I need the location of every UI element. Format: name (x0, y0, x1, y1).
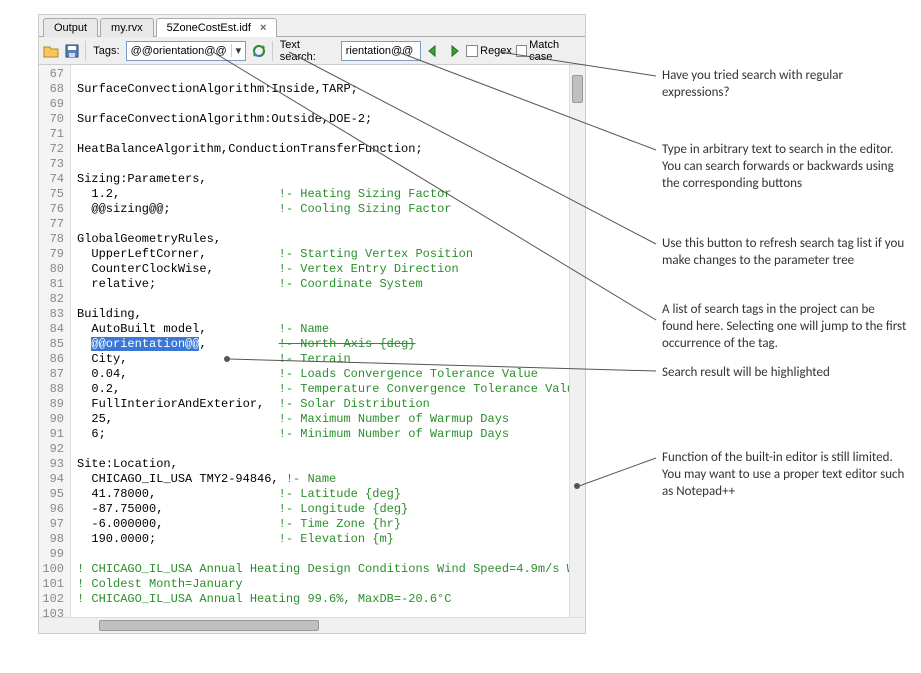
code-editor[interactable]: 6768697071727374757677787980818283848586… (39, 65, 585, 617)
chevron-down-icon: ▾ (231, 44, 242, 57)
scroll-thumb[interactable] (99, 620, 319, 631)
tab-idf[interactable]: 5ZoneCostEst.idf × (156, 18, 278, 37)
editor-panel: Output my.rvx 5ZoneCostEst.idf × Tags: @… (38, 14, 586, 634)
search-next-icon[interactable] (445, 42, 462, 60)
tags-dropdown[interactable]: @@orientation@@ ▾ (126, 41, 247, 61)
tab-bar: Output my.rvx 5ZoneCostEst.idf × (39, 15, 585, 37)
code-content[interactable]: SurfaceConvectionAlgorithm:Inside,TARP;S… (71, 65, 585, 617)
annot-dot (224, 356, 230, 362)
regex-checkbox[interactable]: Regex (466, 45, 512, 57)
text-search-input[interactable] (341, 41, 421, 61)
match-case-label: Match case (529, 39, 581, 63)
regex-label: Regex (480, 45, 512, 57)
annot-dot (574, 483, 580, 489)
tab-label: Output (54, 22, 87, 34)
vertical-scrollbar[interactable] (569, 65, 585, 617)
save-icon[interactable] (64, 42, 81, 60)
tab-label: 5ZoneCostEst.idf (167, 22, 251, 34)
horizontal-scrollbar[interactable] (39, 617, 585, 633)
annot-refresh: Use this button to refresh search tag li… (662, 236, 907, 270)
tags-value: @@orientation@@ (131, 45, 227, 57)
refresh-icon[interactable] (250, 42, 267, 60)
checkbox-icon (466, 45, 478, 57)
annot-typein: Type in arbitrary text to search in the … (662, 142, 907, 193)
tab-label: my.rvx (111, 22, 143, 34)
annot-taglist: A list of search tags in the project can… (662, 302, 907, 353)
toolbar: Tags: @@orientation@@ ▾ Text search: Reg… (39, 37, 585, 65)
annot-editor: Function of the built-in editor is still… (662, 450, 907, 501)
open-icon[interactable] (43, 42, 60, 60)
scroll-thumb[interactable] (572, 75, 583, 103)
search-prev-icon[interactable] (425, 42, 442, 60)
tags-label: Tags: (93, 45, 119, 57)
line-gutter: 6768697071727374757677787980818283848586… (39, 65, 71, 617)
checkbox-icon (516, 45, 527, 57)
annot-regex: Have you tried search with regular expre… (662, 68, 907, 102)
text-search-label: Text search: (280, 39, 335, 63)
annot-highlight: Search result will be highlighted (662, 365, 907, 382)
close-icon[interactable]: × (260, 22, 266, 34)
tab-output[interactable]: Output (43, 18, 98, 37)
match-case-checkbox[interactable]: Match case (516, 39, 581, 63)
tab-myrvx[interactable]: my.rvx (100, 18, 154, 37)
